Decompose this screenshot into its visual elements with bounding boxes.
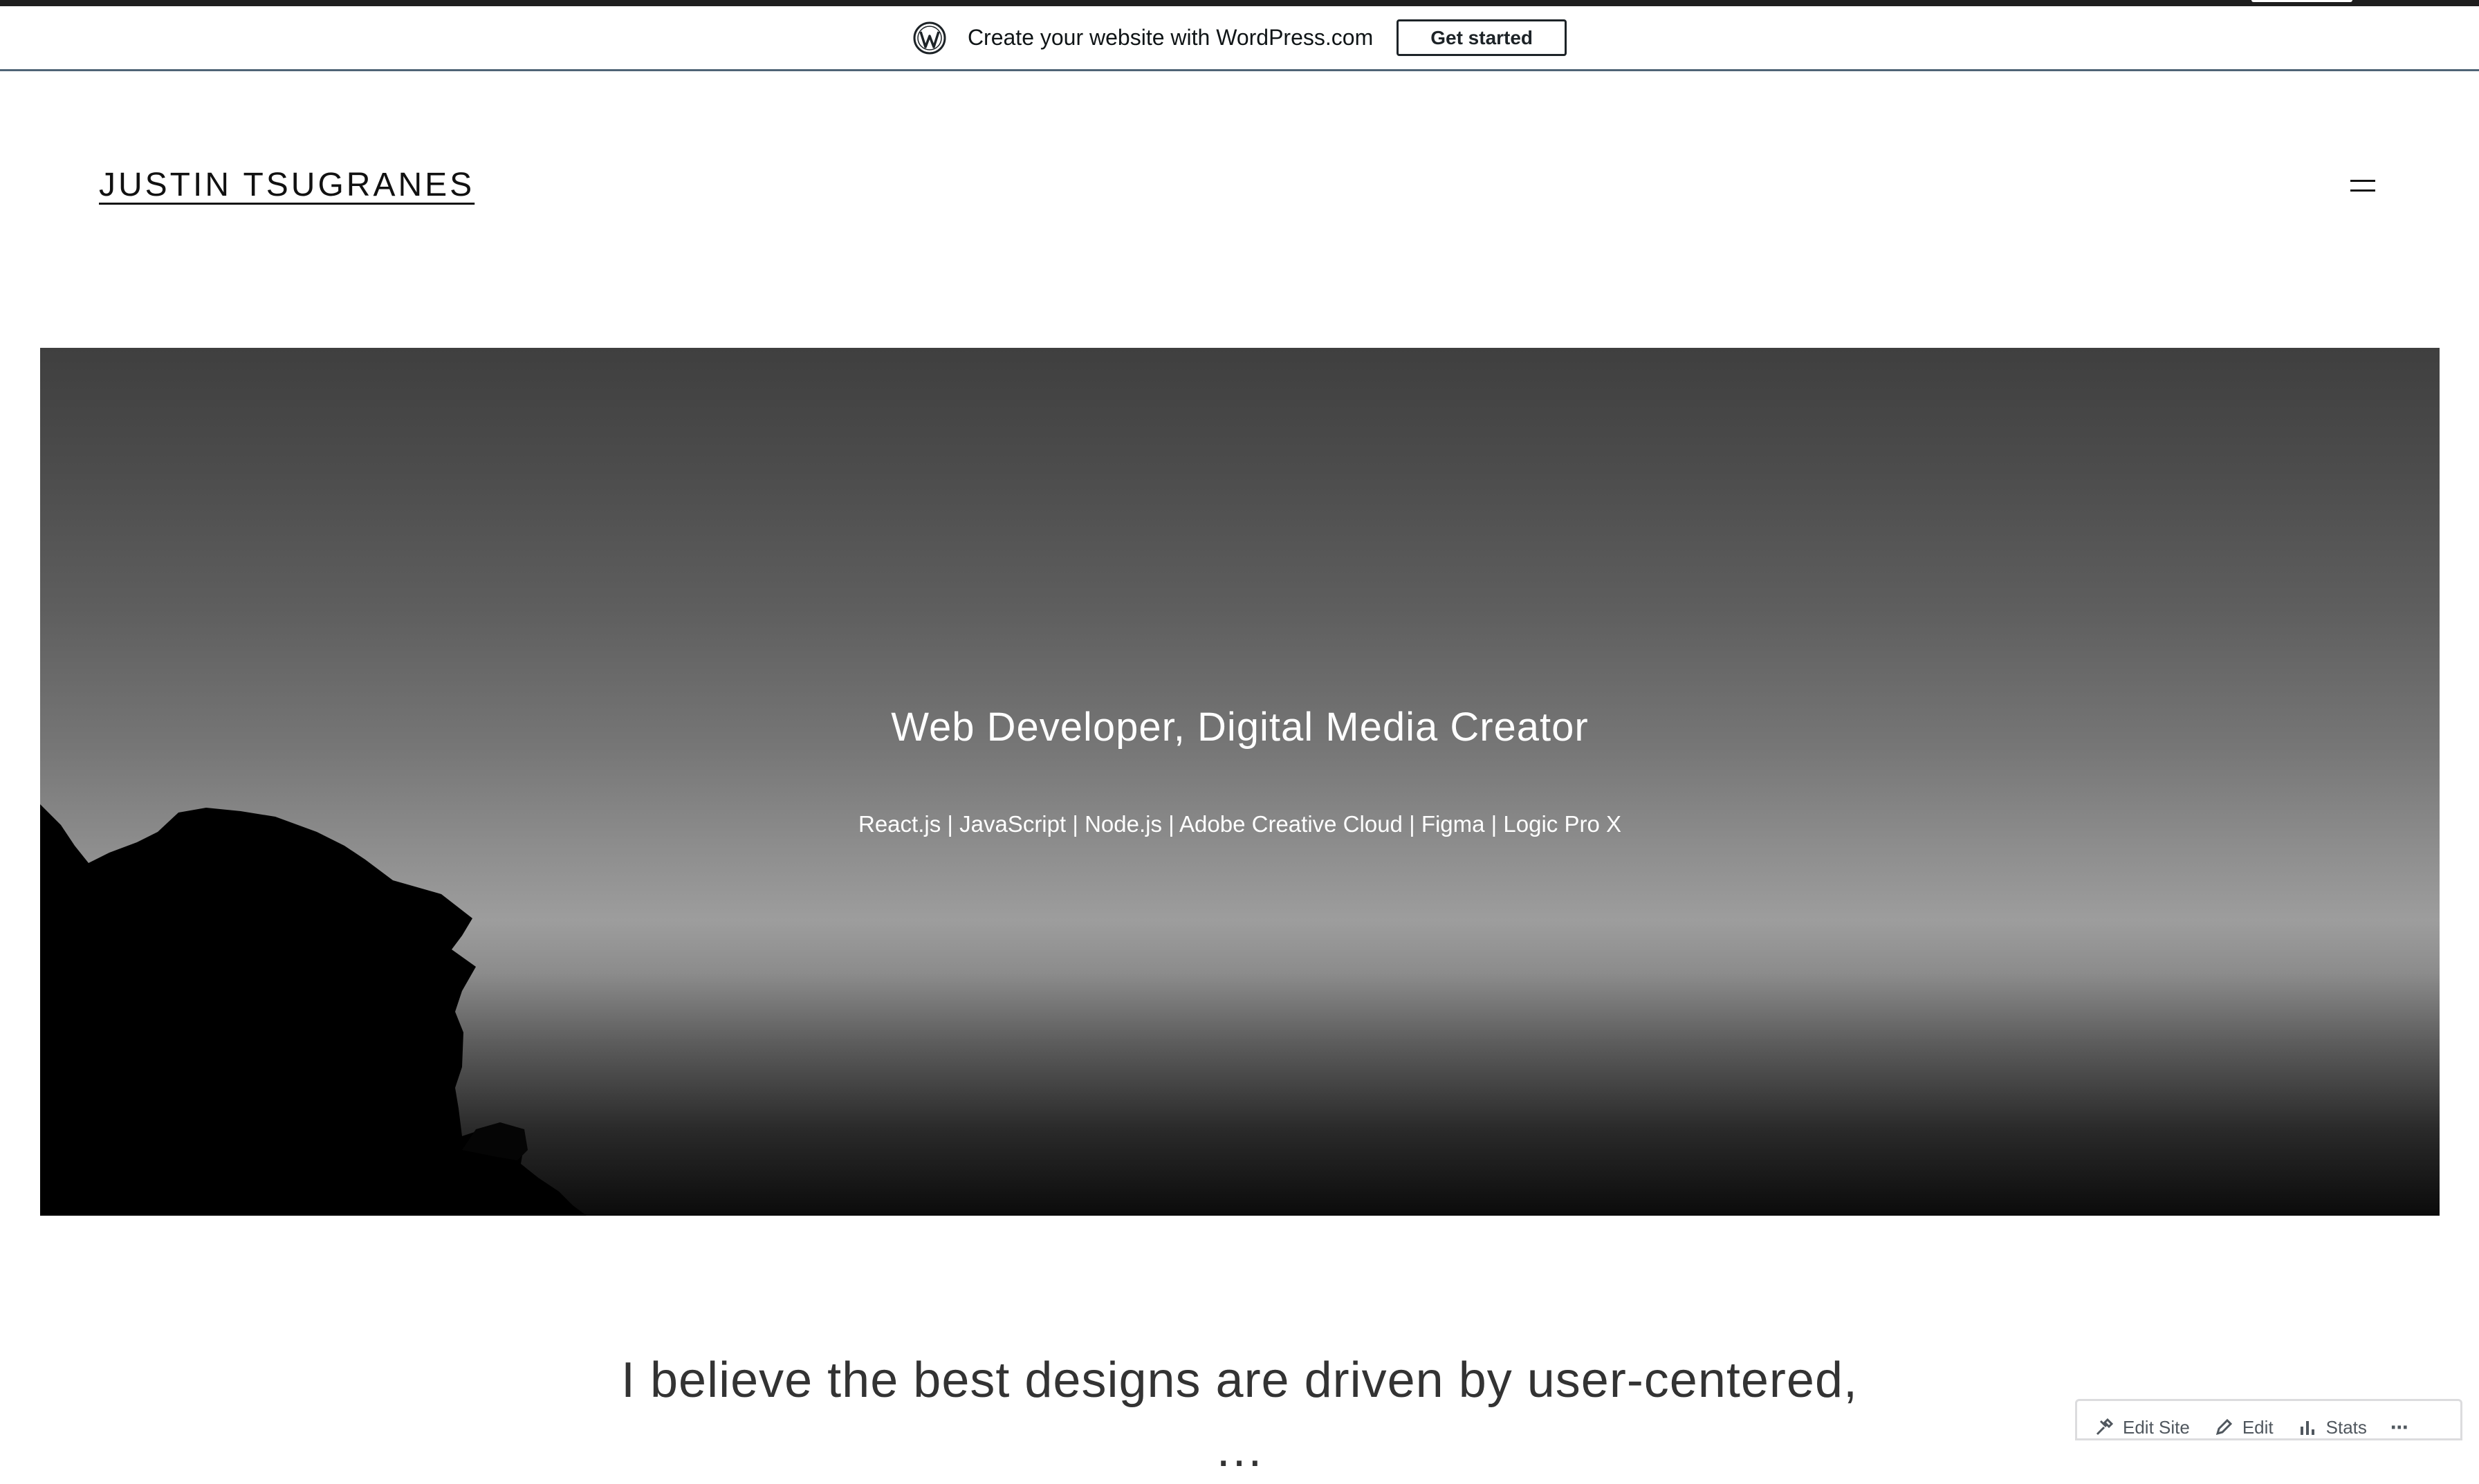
- menu-line-bottom: [2350, 189, 2375, 192]
- site-title-link[interactable]: JUSTIN TSUGRANES: [99, 166, 474, 204]
- edit-label: Edit: [2242, 1416, 2274, 1438]
- tools-icon: [2096, 1418, 2114, 1436]
- bar-chart-icon: [2300, 1421, 2314, 1435]
- rock-silhouette-image: [40, 804, 587, 1216]
- hero-title: Web Developer, Digital Media Creator: [891, 705, 1589, 750]
- menu-toggle-icon[interactable]: [2350, 177, 2375, 196]
- hero-subtitle: React.js | JavaScript | Node.js | Adobe …: [858, 811, 1622, 837]
- pencil-icon: [2215, 1418, 2232, 1436]
- more-options-icon[interactable]: ⋯: [2390, 1402, 2411, 1438]
- promo-text: Create your website with WordPress.com: [967, 25, 1374, 50]
- wordpress-promo-bar: Create your website with WordPress.com G…: [0, 6, 2479, 71]
- menu-line-top: [2350, 180, 2375, 182]
- stats-button[interactable]: Stats: [2297, 1402, 2367, 1438]
- admin-quick-bar: Edit Site Edit Stats ⋯: [2075, 1399, 2462, 1440]
- edit-button[interactable]: Edit: [2213, 1402, 2274, 1438]
- get-started-button[interactable]: Get started: [1397, 19, 1567, 56]
- edit-site-label: Edit Site: [2123, 1416, 2190, 1438]
- stats-label: Stats: [2325, 1416, 2367, 1438]
- wordpress-logo-icon: [913, 21, 946, 54]
- top-strip-tab: [2251, 0, 2352, 2]
- hero-cover: Web Developer, Digital Media Creator Rea…: [40, 348, 2440, 1216]
- edit-site-button[interactable]: Edit Site: [2094, 1402, 2190, 1438]
- browser-top-strip: [0, 0, 2479, 6]
